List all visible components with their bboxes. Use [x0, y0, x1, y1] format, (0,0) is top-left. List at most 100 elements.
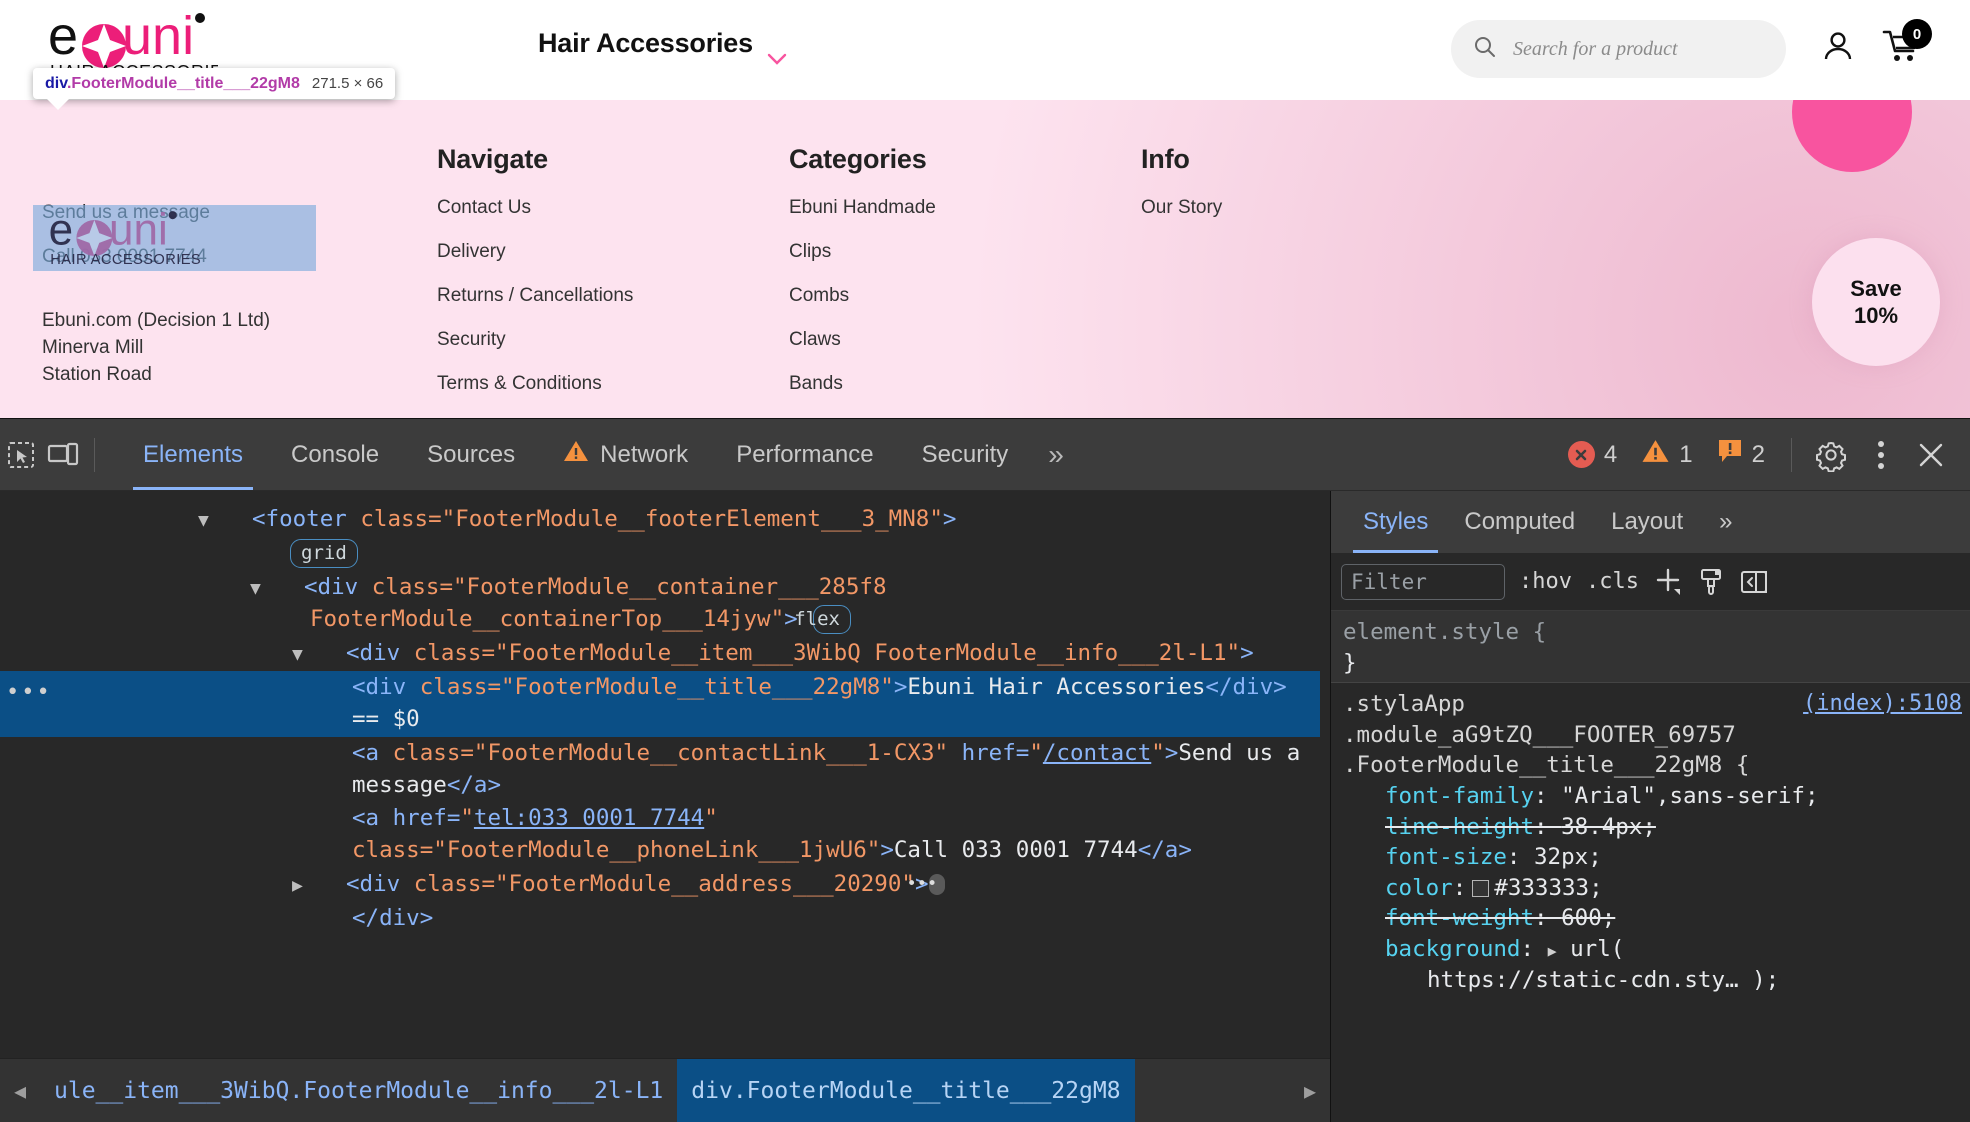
- hov-toggle-button[interactable]: :hov: [1519, 569, 1572, 594]
- css-property[interactable]: font-family: [1385, 783, 1534, 809]
- svg-text:e: e: [48, 8, 78, 66]
- tab-computed[interactable]: Computed: [1446, 491, 1593, 553]
- warning-triangle-icon: [1641, 438, 1670, 471]
- footer-link[interactable]: Clips: [789, 241, 1141, 263]
- tab-performance[interactable]: Performance: [712, 419, 897, 490]
- warning-count[interactable]: 1: [1633, 438, 1700, 471]
- footer-link[interactable]: Contact Us: [437, 197, 789, 219]
- warning-count-value: 1: [1679, 440, 1693, 468]
- breadcrumb-scroll-right-icon[interactable]: ▶: [1290, 1059, 1330, 1122]
- tab-network[interactable]: Network: [539, 419, 712, 490]
- css-property[interactable]: line-height: [1385, 814, 1534, 840]
- footer-link[interactable]: Terms & Conditions: [437, 373, 789, 395]
- element-style-selector: element.style {: [1343, 619, 1547, 645]
- css-value[interactable]: 32px;: [1534, 844, 1602, 870]
- css-declaration[interactable]: background: ▶ url(: [1343, 934, 1960, 965]
- css-declaration[interactable]: color: #333333;: [1343, 873, 1960, 904]
- tab-console[interactable]: Console: [267, 419, 403, 490]
- css-property[interactable]: color: [1385, 875, 1453, 901]
- footer-link[interactable]: Returns / Cancellations: [437, 285, 789, 307]
- grid-badge[interactable]: grid: [290, 539, 358, 568]
- tab-sources[interactable]: Sources: [403, 419, 539, 490]
- dom-node-row[interactable]: </div>: [0, 902, 1320, 936]
- issues-count[interactable]: 2: [1709, 438, 1773, 471]
- expand-triangle-icon[interactable]: ▶: [1548, 941, 1557, 961]
- footer-link[interactable]: Ebuni Handmade: [789, 197, 1141, 219]
- node-menu-icon[interactable]: •••: [6, 677, 52, 708]
- css-rule[interactable]: (index):5108 .stylaApp .module_aG9tZQ___…: [1331, 683, 1970, 999]
- cart-icon[interactable]: 0: [1882, 19, 1932, 68]
- footer-link[interactable]: Our Story: [1141, 197, 1461, 219]
- search-input-placeholder[interactable]: Search for a product: [1513, 38, 1678, 61]
- rule-selector-line[interactable]: .FooterModule__title___22gM8 {: [1343, 750, 1960, 781]
- error-count[interactable]: 4: [1560, 441, 1625, 469]
- element-style-rule[interactable]: element.style { }: [1331, 611, 1970, 684]
- expand-ellipsis-button[interactable]: •••: [907, 874, 946, 896]
- collapse-arrow-icon[interactable]: ▶: [292, 873, 346, 899]
- account-icon[interactable]: [1820, 28, 1856, 69]
- footer-link[interactable]: Claws: [789, 329, 1141, 351]
- css-property[interactable]: background: [1385, 936, 1520, 962]
- footer-link[interactable]: Security: [437, 329, 789, 351]
- save-promo-badge[interactable]: Save 10%: [1812, 238, 1940, 366]
- dom-node-row[interactable]: <a class="FooterModule__contactLink___1-…: [0, 737, 1320, 803]
- inspector-tooltip-selector: div.FooterModule__title___22gM8: [45, 74, 300, 92]
- flex-badge[interactable]: flex: [794, 605, 851, 634]
- more-options-icon[interactable]: [1860, 434, 1902, 476]
- footer-link[interactable]: Combs: [789, 285, 1141, 307]
- inspect-element-icon[interactable]: [0, 434, 42, 476]
- dom-tree[interactable]: ▼ <footer class="FooterModule__footerElem…: [0, 491, 1330, 1057]
- category-dropdown[interactable]: Hair Accessories: [538, 28, 787, 65]
- css-declaration[interactable]: font-size: 32px;: [1343, 842, 1960, 873]
- dom-node-row[interactable]: ▼ <footer class="FooterModule__footerElem…: [0, 503, 1320, 537]
- css-value[interactable]: "Arial",sans-serif;: [1561, 783, 1818, 809]
- footer-info-links-column: Info Our Story: [1141, 116, 1461, 418]
- footer-link[interactable]: Delivery: [437, 241, 789, 263]
- rule-selector-line[interactable]: .module_aG9tZQ___FOOTER_69757: [1343, 720, 1960, 751]
- tab-security[interactable]: Security: [898, 419, 1033, 490]
- new-style-rule-icon[interactable]: [1653, 567, 1683, 597]
- dom-node-row[interactable]: <a href="tel:033 0001 7744" class="Foote…: [0, 802, 1320, 868]
- dom-node-row[interactable]: ▼ <div class="FooterModule__item___3WibQ …: [0, 637, 1320, 671]
- css-property[interactable]: font-weight: [1385, 905, 1534, 931]
- close-icon[interactable]: [1910, 434, 1952, 476]
- dom-node-row[interactable]: ▼ <div class="FooterModule__container___2…: [0, 571, 1320, 637]
- css-value[interactable]: 38.4px;: [1561, 814, 1656, 840]
- css-value[interactable]: #333333;: [1494, 875, 1602, 901]
- breadcrumb-item[interactable]: ule__item___3WibQ.FooterModule__info___2…: [40, 1059, 677, 1122]
- expand-arrow-icon[interactable]: ▼: [198, 508, 252, 534]
- style-source-link[interactable]: (index):5108: [1803, 689, 1962, 719]
- breadcrumb-scroll-left-icon[interactable]: ◀: [0, 1059, 40, 1122]
- styles-filter-bar: :hov .cls: [1331, 553, 1970, 611]
- computed-styles-brush-icon[interactable]: [1697, 567, 1725, 597]
- device-toolbar-icon[interactable]: [42, 434, 84, 476]
- css-declaration-overridden[interactable]: line-height: 38.4px;: [1343, 812, 1960, 843]
- styles-filter-input[interactable]: [1341, 563, 1505, 600]
- dom-node-row[interactable]: ▶ <div class="FooterModule__address___202…: [0, 868, 1320, 902]
- cls-toggle-button[interactable]: .cls: [1586, 569, 1639, 594]
- expand-arrow-icon[interactable]: ▼: [292, 642, 346, 668]
- inspected-footer-title[interactable]: e uni HAIR ACCESSORIES: [33, 205, 316, 271]
- css-property[interactable]: font-size: [1385, 844, 1507, 870]
- css-value[interactable]: url(: [1570, 936, 1624, 962]
- tab-elements[interactable]: Elements: [119, 419, 267, 490]
- tab-layout[interactable]: Layout: [1593, 491, 1701, 553]
- footer-info-heading: Info: [1141, 144, 1190, 174]
- tab-styles[interactable]: Styles: [1345, 491, 1446, 553]
- more-styles-tabs-icon[interactable]: »: [1701, 491, 1750, 553]
- expand-arrow-icon[interactable]: ▼: [250, 576, 304, 602]
- footer-link[interactable]: Bands: [789, 373, 1141, 395]
- dom-node-row-selected[interactable]: ••• <div class="FooterModule__title___22g…: [0, 670, 1320, 737]
- css-value-continuation[interactable]: https://static-cdn.sty… );: [1343, 965, 1960, 996]
- css-declaration-overridden[interactable]: font-weight: 600;: [1343, 903, 1960, 934]
- breadcrumb-item-selected[interactable]: div.FooterModule__title___22gM8: [677, 1059, 1135, 1122]
- css-value[interactable]: 600;: [1561, 905, 1615, 931]
- color-swatch-icon[interactable]: [1472, 879, 1490, 897]
- search-bar[interactable]: Search for a product: [1451, 20, 1786, 78]
- more-tabs-icon[interactable]: »: [1032, 439, 1080, 471]
- toolbar-divider: [94, 437, 95, 472]
- gear-icon[interactable]: [1810, 434, 1852, 476]
- css-declaration[interactable]: font-family: "Arial",sans-serif;: [1343, 781, 1960, 812]
- address-line: Station Road: [42, 363, 152, 385]
- toggle-sidebar-icon[interactable]: [1739, 567, 1769, 597]
